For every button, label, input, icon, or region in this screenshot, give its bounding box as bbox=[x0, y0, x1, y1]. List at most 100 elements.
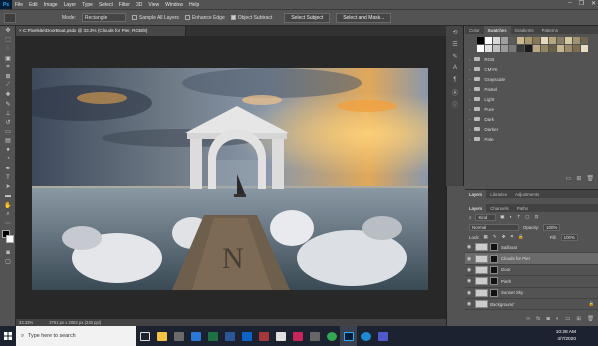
tab-adjustments[interactable]: Adjustments bbox=[511, 190, 543, 198]
tab-swatches[interactable]: Swatches bbox=[483, 26, 511, 34]
blend-mode-select[interactable]: Normal bbox=[469, 223, 519, 231]
eyedropper-tool-icon[interactable]: ⟋ bbox=[1, 81, 15, 90]
history-brush-icon[interactable]: ↺ bbox=[1, 118, 15, 127]
character-panel-icon[interactable]: Ⓐ bbox=[446, 86, 464, 98]
teams-icon[interactable] bbox=[374, 326, 391, 346]
swatch[interactable] bbox=[509, 37, 516, 44]
type-tool-icon[interactable]: T bbox=[1, 173, 15, 182]
menu-window[interactable]: Window bbox=[162, 2, 186, 8]
swatch[interactable] bbox=[501, 37, 508, 44]
filter-icons[interactable]: ▣ ◐ T ▢ ⊡ bbox=[500, 214, 540, 220]
folder-icon[interactable]: ▭ bbox=[565, 316, 570, 322]
swatch[interactable] bbox=[477, 45, 484, 52]
file-explorer-icon[interactable] bbox=[153, 326, 170, 346]
swatch-folder[interactable]: › Grayscale bbox=[465, 74, 598, 84]
select-and-mask-button[interactable]: Select and Mask... bbox=[336, 12, 392, 23]
visibility-eye-icon[interactable]: ◉ bbox=[465, 290, 473, 296]
mask-icon[interactable]: ◙ bbox=[547, 316, 550, 322]
news-icon[interactable] bbox=[289, 326, 306, 346]
paragraph-panel-icon[interactable]: ¶ bbox=[446, 74, 464, 86]
brush-panel-icon[interactable]: ✎ bbox=[446, 50, 464, 62]
swatch[interactable] bbox=[493, 37, 500, 44]
tab-layers[interactable]: Layers bbox=[465, 204, 487, 212]
marquee-tool-icon[interactable]: ⬚ bbox=[1, 35, 15, 44]
object-subtract-checkbox[interactable]: Object Subtract bbox=[230, 15, 272, 21]
sample-all-layers-checkbox[interactable]: Sample All Layers bbox=[131, 15, 179, 21]
menu-select[interactable]: Select bbox=[96, 2, 116, 8]
move-tool-icon[interactable]: ✥ bbox=[1, 26, 15, 35]
layer-row[interactable]: ◉ Door bbox=[465, 265, 598, 277]
pen-tool-icon[interactable]: ✒ bbox=[1, 164, 15, 173]
edge-icon[interactable] bbox=[357, 326, 374, 346]
swatch[interactable] bbox=[493, 45, 500, 52]
minimize-button[interactable]: – bbox=[568, 0, 571, 7]
swatch[interactable] bbox=[509, 45, 516, 52]
swatch[interactable] bbox=[517, 37, 524, 44]
menu-file[interactable]: File bbox=[12, 2, 26, 8]
swatch[interactable] bbox=[485, 45, 492, 52]
glyphs-panel-icon[interactable]: A bbox=[446, 62, 464, 74]
layer-mask-thumbnail[interactable] bbox=[490, 277, 498, 286]
new-layer-icon[interactable]: ⊞ bbox=[576, 316, 581, 322]
adjustment-icon[interactable]: ◐ bbox=[556, 316, 559, 322]
tab-gradients[interactable]: Gradients bbox=[511, 26, 538, 34]
swatch[interactable] bbox=[581, 37, 588, 44]
visibility-eye-icon[interactable]: ◉ bbox=[465, 244, 473, 250]
chrome-icon[interactable] bbox=[323, 326, 340, 346]
layer-row[interactable]: ◉ Background 🔒 bbox=[465, 299, 598, 311]
layer-mask-thumbnail[interactable] bbox=[490, 243, 498, 252]
history-panel-icon[interactable]: ⟲ bbox=[446, 26, 464, 38]
canvas-area[interactable]: N bbox=[16, 36, 446, 319]
eraser-tool-icon[interactable]: ▭ bbox=[1, 127, 15, 136]
outlook-icon[interactable] bbox=[238, 326, 255, 346]
object-selection-tool-icon[interactable] bbox=[4, 12, 16, 23]
close-icon[interactable]: × bbox=[19, 28, 22, 33]
maximize-button[interactable]: ❐ bbox=[579, 0, 584, 7]
menu-view[interactable]: View bbox=[145, 2, 162, 8]
enhance-edge-checkbox[interactable]: Enhance Edge bbox=[184, 15, 225, 21]
tab-color[interactable]: Color bbox=[465, 26, 484, 34]
swatch[interactable] bbox=[573, 37, 580, 44]
blur-tool-icon[interactable]: ● bbox=[1, 145, 15, 154]
swatch[interactable] bbox=[581, 45, 588, 52]
layer-row[interactable]: ◉ Clouds for Pier bbox=[465, 253, 598, 265]
swatch-folder[interactable]: › Pastel bbox=[465, 84, 598, 94]
swatch[interactable] bbox=[565, 37, 572, 44]
new-group-icon[interactable]: ▭ bbox=[566, 175, 572, 182]
background-color[interactable] bbox=[6, 235, 14, 244]
swatch[interactable] bbox=[557, 37, 564, 44]
color-swatches[interactable] bbox=[0, 230, 15, 248]
shape-tool-icon[interactable]: ▬ bbox=[1, 191, 15, 200]
swatch[interactable] bbox=[525, 45, 532, 52]
menu-layer[interactable]: Layer bbox=[61, 2, 80, 8]
swatch[interactable] bbox=[541, 37, 548, 44]
swatch-folder[interactable]: › Dark bbox=[465, 114, 598, 124]
crop-tool-icon[interactable]: ⌗ bbox=[1, 63, 15, 72]
layer-row[interactable]: ◉ Sailboat bbox=[465, 242, 598, 254]
onenote-icon[interactable] bbox=[272, 326, 289, 346]
lasso-tool-icon[interactable]: ◌ bbox=[1, 44, 15, 53]
start-button[interactable] bbox=[0, 326, 16, 346]
swatch[interactable] bbox=[549, 37, 556, 44]
hand-tool-icon[interactable]: ✋ bbox=[1, 201, 15, 210]
menu-type[interactable]: Type bbox=[79, 2, 96, 8]
document-tab[interactable]: × C:Pixelsite\DoorBoat.psdx @ 33.3% (Clo… bbox=[16, 26, 186, 36]
link-icon[interactable]: ∞ bbox=[526, 316, 530, 322]
menu-edit[interactable]: Edit bbox=[26, 2, 41, 8]
swatch[interactable] bbox=[485, 37, 492, 44]
close-button[interactable]: ✕ bbox=[591, 0, 596, 7]
store-icon[interactable] bbox=[170, 326, 187, 346]
trash-icon[interactable]: 🗑 bbox=[587, 316, 594, 322]
object-selection-tool-icon[interactable]: ▣ bbox=[1, 54, 15, 63]
menu-help[interactable]: Help bbox=[186, 2, 202, 8]
fx-icon[interactable]: fx bbox=[536, 316, 540, 322]
layer-mask-thumbnail[interactable] bbox=[490, 254, 498, 263]
mode-select[interactable]: Rectangle bbox=[81, 13, 126, 22]
fill-value[interactable]: 100% bbox=[560, 233, 578, 241]
swatch[interactable] bbox=[573, 45, 580, 52]
select-subject-button[interactable]: Select Subject bbox=[284, 12, 331, 23]
gradient-tool-icon[interactable]: ▤ bbox=[1, 136, 15, 145]
tab-libraries[interactable]: Libraries bbox=[486, 190, 511, 198]
trash-icon[interactable]: 🗑 bbox=[586, 175, 594, 182]
tab-layers-top[interactable]: Layers bbox=[465, 190, 487, 198]
